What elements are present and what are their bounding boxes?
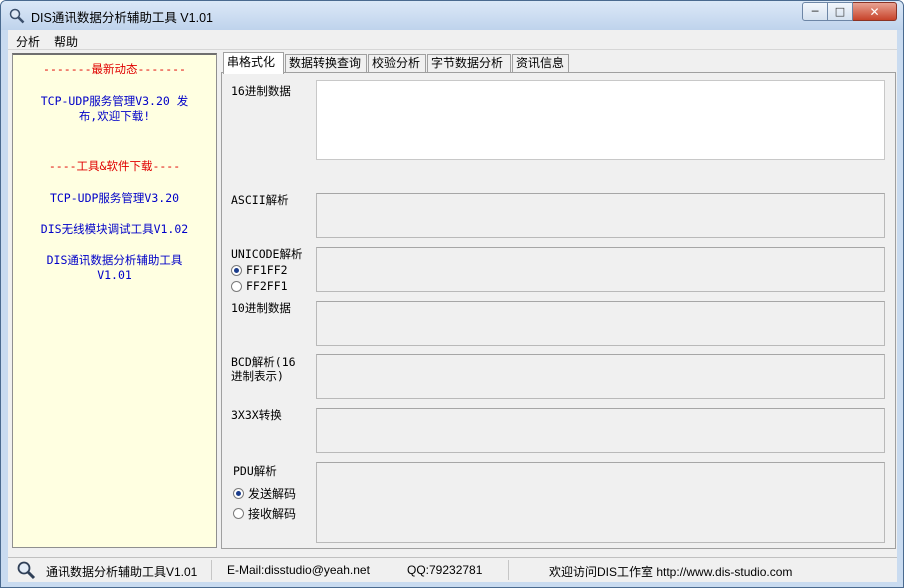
ascii-output[interactable] (316, 193, 885, 238)
pdu-send-decode-radio[interactable]: 发送解码 (233, 485, 296, 502)
decimal-label: 10进制数据 (231, 301, 291, 315)
download-link-dis-tool-line1[interactable]: DIS通讯数据分析辅助工具 (13, 252, 216, 268)
status-divider (508, 560, 509, 580)
bcd-label-line2: 进制表示) (231, 369, 284, 383)
status-app-name: 通讯数据分析辅助工具V1.01 (46, 565, 198, 579)
bcd-output[interactable] (316, 354, 885, 399)
radio-unselected-icon (231, 280, 242, 292)
tab-string-format[interactable]: 串格式化 (223, 52, 284, 74)
unicode-opt1-label: FF1FF2 (246, 263, 288, 277)
decimal-output[interactable] (316, 301, 885, 346)
news-header: -------最新动态------- (43, 62, 186, 76)
status-divider (211, 560, 212, 580)
status-website[interactable]: 欢迎访问DIS工作室 http://www.dis-studio.com (549, 563, 792, 580)
menu-analyze[interactable]: 分析 (16, 33, 40, 50)
menu-bar: 分析 帮助 (8, 30, 897, 50)
news-link-line1[interactable]: TCP-UDP服务管理V3.20 发 (13, 93, 216, 109)
tab-data-conversion[interactable]: 数据转换查询 (285, 54, 367, 73)
pdu-receive-decode-radio[interactable]: 接收解码 (233, 505, 296, 522)
download-link-dis-tool-line2[interactable]: V1.01 (13, 267, 216, 283)
news-link-line2[interactable]: 布,欢迎下载! (13, 108, 216, 124)
radio-unselected-icon (233, 508, 244, 519)
maximize-button[interactable]: □ (828, 2, 853, 21)
hex-input[interactable] (316, 80, 885, 160)
news-panel: -------最新动态------- TCP-UDP服务管理V3.20 发 布,… (12, 53, 217, 548)
downloads-header: ----工具&软件下载---- (48, 159, 181, 173)
bcd-label-line1: BCD解析(16 (231, 355, 296, 369)
download-link-wireless[interactable]: DIS无线模块调试工具V1.02 (13, 221, 216, 237)
tab-control: 串格式化 数据转换查询 校验分析 字节数据分析 资讯信息 16进制数据 ASCI… (221, 52, 897, 549)
radio-selected-icon (231, 264, 242, 276)
window-title: DIS通讯数据分析辅助工具 V1.01 (31, 11, 213, 25)
menu-help[interactable]: 帮助 (54, 33, 78, 50)
pdu-opt1-label: 发送解码 (248, 487, 297, 501)
hex-label: 16进制数据 (231, 84, 291, 98)
status-email: E-Mail:disstudio@yeah.net (227, 563, 370, 577)
close-button[interactable]: ✕ (853, 2, 897, 21)
tab-byte-analysis[interactable]: 字节数据分析 (427, 54, 511, 73)
tab-panel-string-format: 16进制数据 ASCII解析 UNICODE解析 FF1FF2 FF2FF1 1… (221, 72, 896, 549)
unicode-opt2-label: FF2FF1 (246, 279, 288, 293)
title-bar: DIS通讯数据分析辅助工具 V1.01 ─ □ ✕ (1, 1, 903, 30)
status-bar: 通讯数据分析辅助工具V1.01 E-Mail:disstudio@yeah.ne… (8, 557, 897, 582)
tab-info[interactable]: 资讯信息 (512, 54, 569, 73)
ascii-label: ASCII解析 (231, 193, 289, 207)
pdu-output[interactable] (316, 462, 885, 543)
radio-selected-icon (233, 488, 244, 499)
pdu-label: PDU解析 (233, 464, 277, 478)
unicode-ff1ff2-radio[interactable]: FF1FF2 (231, 263, 288, 277)
pdu-opt2-label: 接收解码 (248, 507, 297, 521)
unicode-ff2ff1-radio[interactable]: FF2FF1 (231, 279, 288, 293)
tab-checksum[interactable]: 校验分析 (368, 54, 426, 73)
minimize-button[interactable]: ─ (802, 2, 828, 21)
x3x-output[interactable] (316, 408, 885, 453)
app-window: DIS通讯数据分析辅助工具 V1.01 ─ □ ✕ 分析 帮助 -------最… (0, 0, 904, 588)
magnifier-app-icon (9, 8, 25, 24)
unicode-output[interactable] (316, 247, 885, 292)
unicode-label: UNICODE解析 (231, 247, 303, 261)
client-area: 分析 帮助 -------最新动态------- TCP-UDP服务管理V3.2… (8, 30, 897, 582)
x3x-label: 3X3X转换 (231, 408, 282, 422)
magnifier-status-icon (17, 561, 36, 580)
status-qq: QQ:79232781 (407, 563, 483, 577)
download-link-tcp-udp[interactable]: TCP-UDP服务管理V3.20 (13, 190, 216, 206)
